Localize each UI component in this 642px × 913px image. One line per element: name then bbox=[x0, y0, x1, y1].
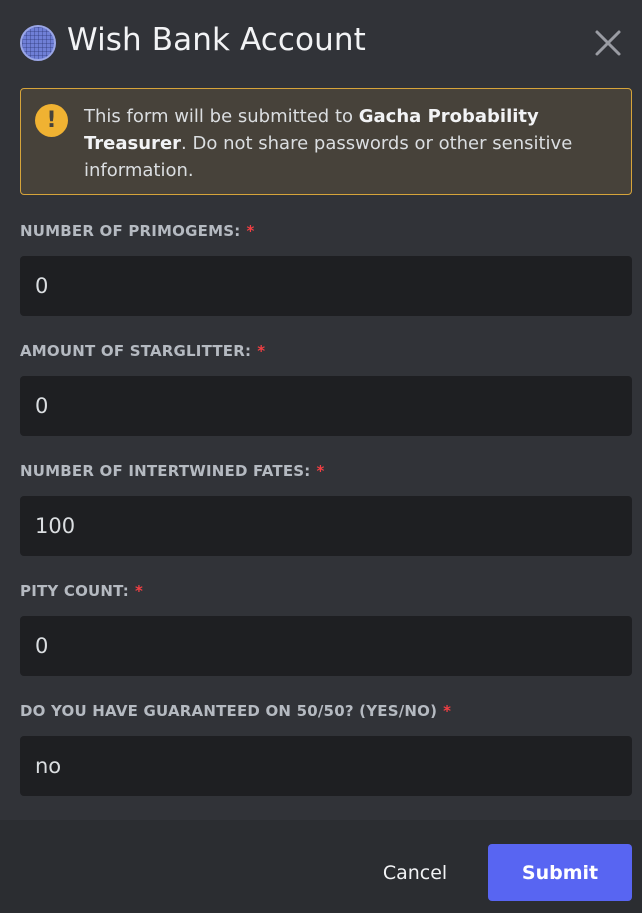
close-icon bbox=[595, 30, 621, 56]
modal-dialog: Wish Bank Account ! This form will be su… bbox=[0, 0, 642, 913]
field-label-text: AMOUNT OF STARGLITTER: bbox=[20, 342, 252, 360]
required-mark: * bbox=[135, 582, 144, 600]
pity-count-input[interactable] bbox=[20, 616, 632, 676]
field-label-starglitter: AMOUNT OF STARGLITTER: * bbox=[20, 342, 265, 360]
required-mark: * bbox=[246, 222, 255, 240]
field-label-text: NUMBER OF PRIMOGEMS: bbox=[20, 222, 241, 240]
primogems-input[interactable] bbox=[20, 256, 632, 316]
field-label-pity-count: PITY COUNT: * bbox=[20, 582, 143, 600]
required-mark: * bbox=[443, 702, 452, 720]
required-mark: * bbox=[257, 342, 266, 360]
intertwined-fates-input[interactable] bbox=[20, 496, 632, 556]
notice-text: This form will be submitted to Gacha Pro… bbox=[84, 103, 624, 184]
warning-glyph: ! bbox=[46, 108, 57, 133]
notice-text-before: This form will be submitted to bbox=[84, 106, 359, 127]
guaranteed-input[interactable] bbox=[20, 736, 632, 796]
modal-footer: Cancel Submit bbox=[0, 820, 642, 913]
field-label-guaranteed: DO YOU HAVE GUARANTEED ON 50/50? (YES/NO… bbox=[20, 702, 451, 720]
starglitter-input[interactable] bbox=[20, 376, 632, 436]
app-avatar-icon bbox=[20, 25, 56, 61]
modal-title: Wish Bank Account bbox=[67, 22, 366, 58]
warning-notice: ! This form will be submitted to Gacha P… bbox=[20, 88, 632, 195]
field-label-text: PITY COUNT: bbox=[20, 582, 129, 600]
required-mark: * bbox=[316, 462, 325, 480]
modal-header: Wish Bank Account bbox=[0, 0, 642, 84]
submit-button[interactable]: Submit bbox=[488, 844, 632, 901]
field-label-intertwined-fates: NUMBER OF INTERTWINED FATES: * bbox=[20, 462, 325, 480]
field-label-text: DO YOU HAVE GUARANTEED ON 50/50? (YES/NO… bbox=[20, 702, 438, 720]
cancel-button[interactable]: Cancel bbox=[360, 844, 470, 901]
warning-icon: ! bbox=[35, 104, 68, 137]
close-button[interactable] bbox=[588, 24, 628, 64]
field-label-primogems: NUMBER OF PRIMOGEMS: * bbox=[20, 222, 254, 240]
field-label-text: NUMBER OF INTERTWINED FATES: bbox=[20, 462, 311, 480]
